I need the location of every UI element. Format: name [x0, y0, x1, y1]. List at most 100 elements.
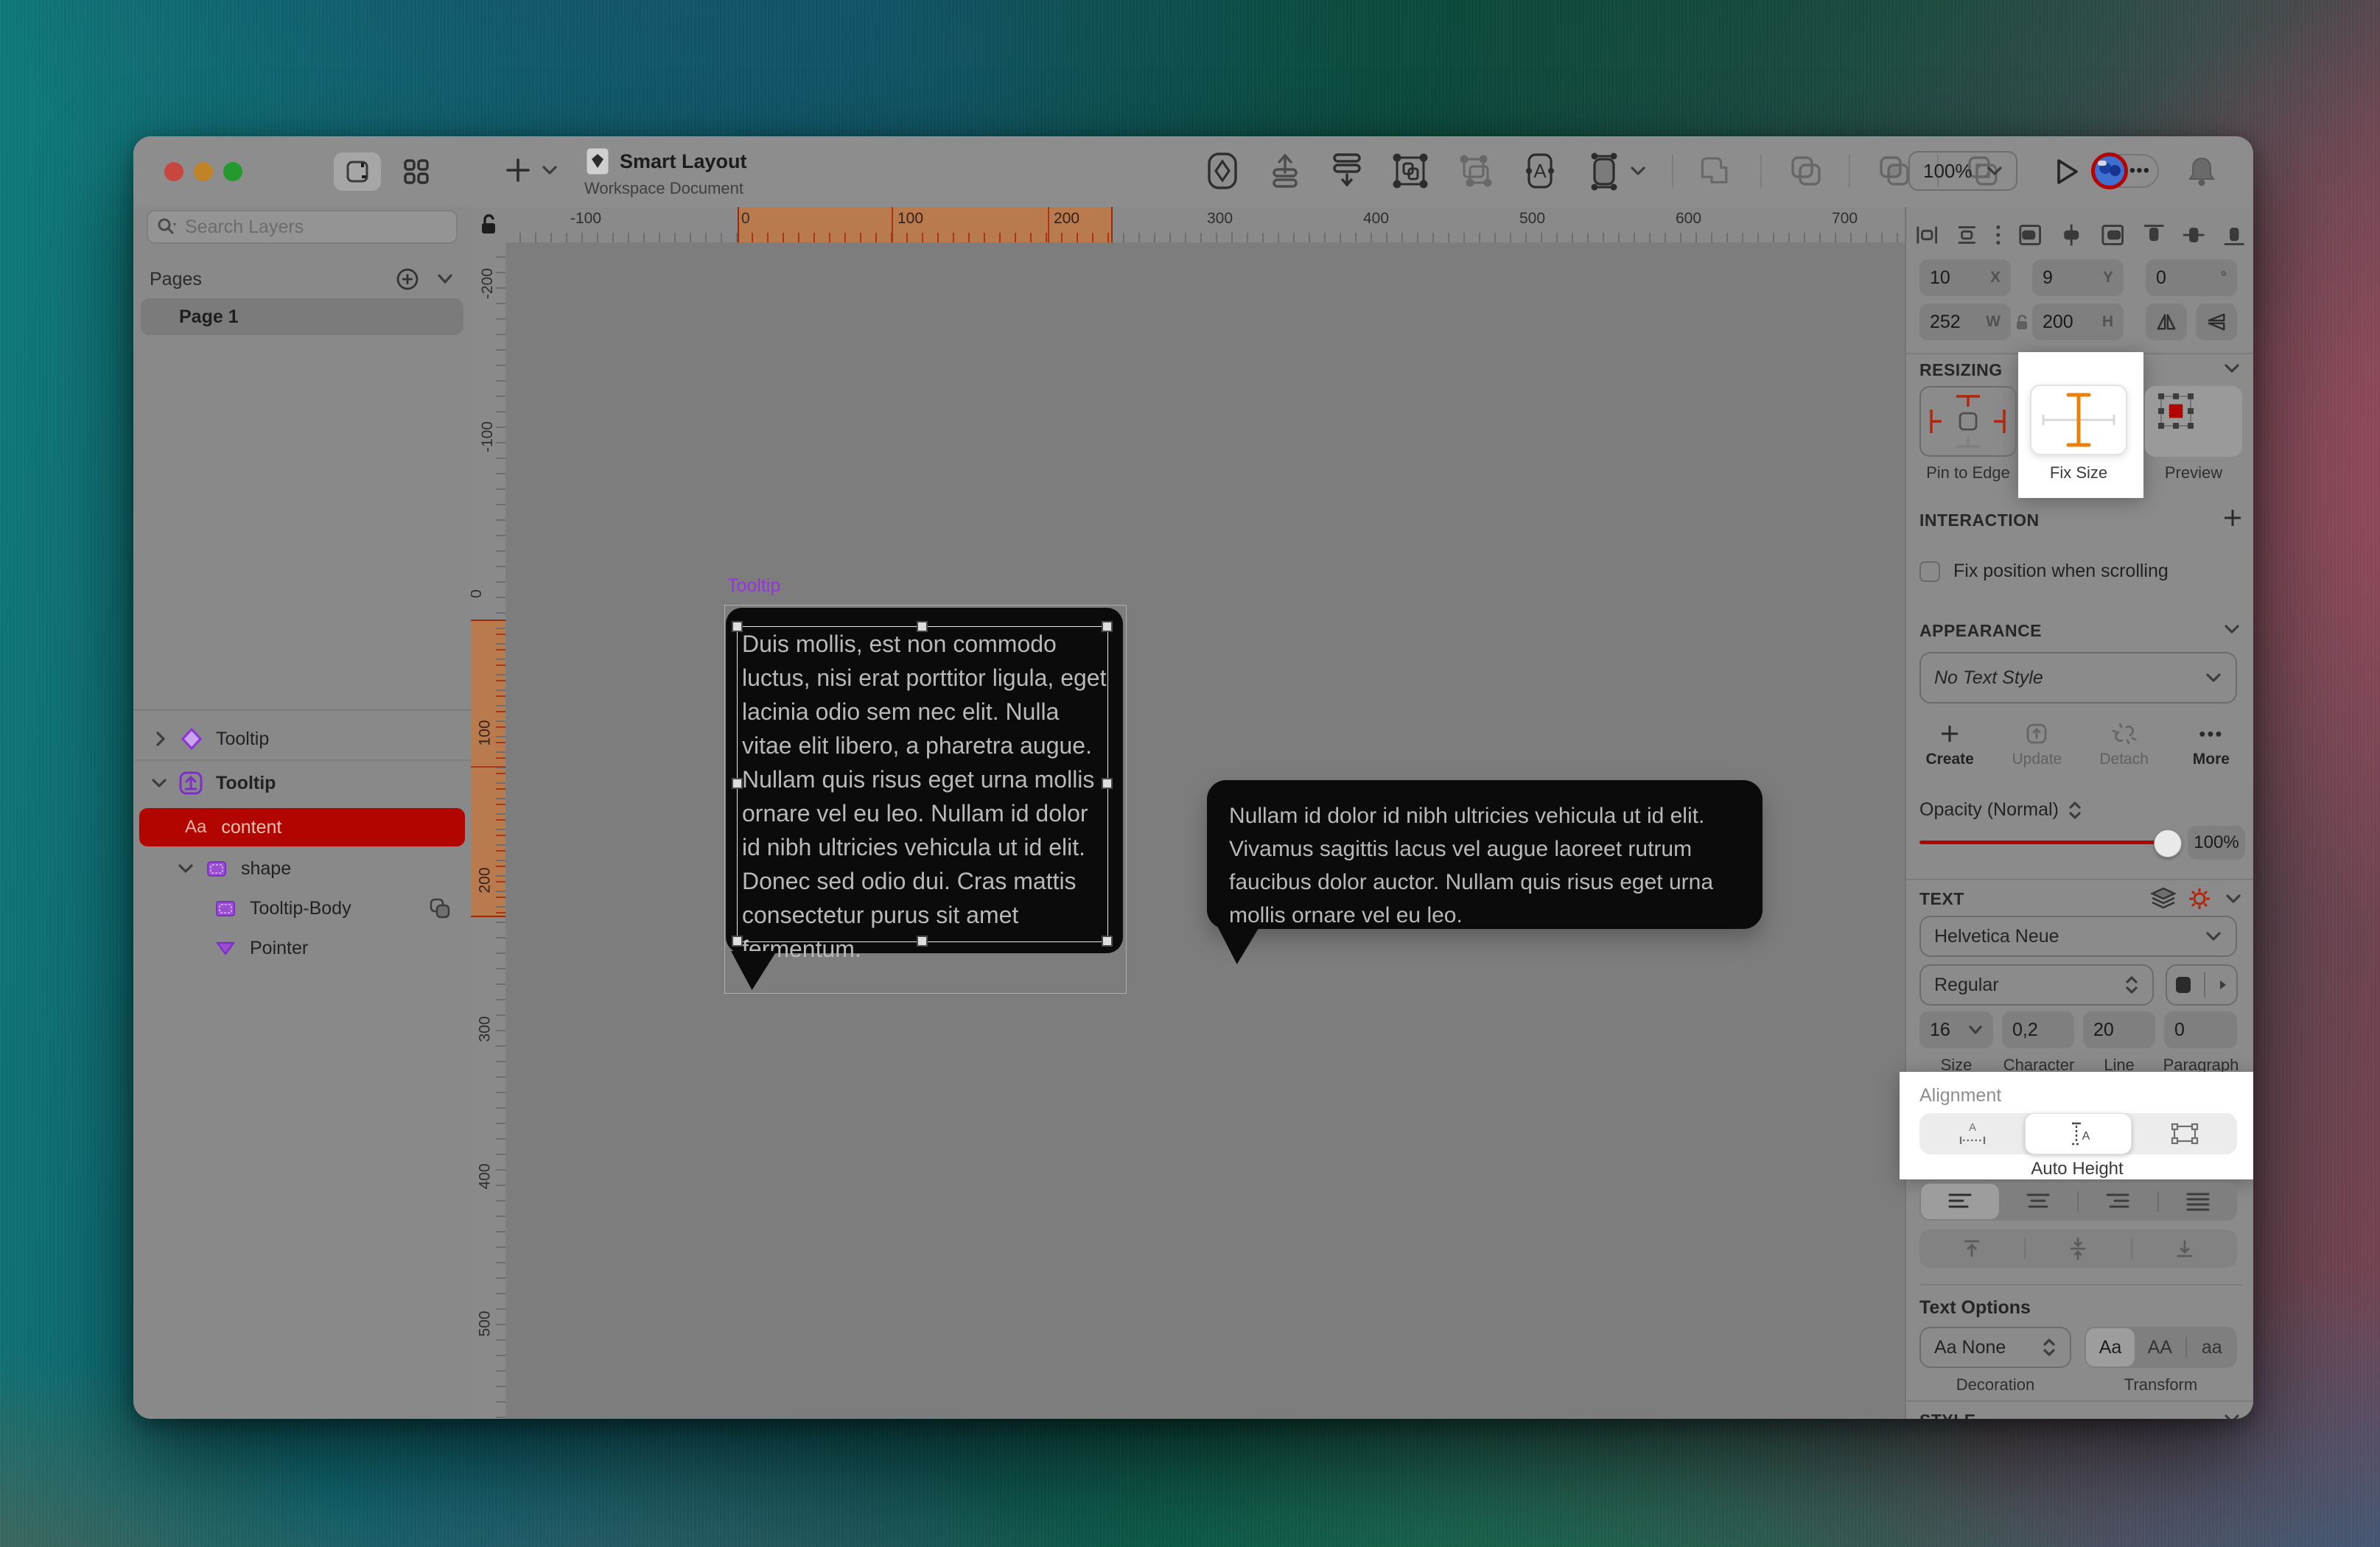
fix-position-checkbox[interactable]	[1919, 561, 1940, 582]
close-window-button[interactable]	[164, 162, 183, 181]
notifications-button[interactable]	[2185, 154, 2218, 188]
lock-ratio-icon[interactable]	[2015, 313, 2031, 332]
layer-row-tooltip-instance[interactable]: Tooltip	[133, 720, 471, 758]
add-page-button[interactable]	[394, 266, 421, 292]
align-text-center[interactable]	[1999, 1192, 2077, 1211]
line-height-input[interactable]: 20	[2083, 1011, 2155, 1048]
text-style-dropdown[interactable]: No Text Style	[1919, 652, 2237, 704]
style-collapse-chevron[interactable]	[2221, 1411, 2243, 1419]
group-icon[interactable]	[1390, 150, 1430, 192]
align-right-icon[interactable]	[2100, 222, 2125, 248]
more-align-options-icon[interactable]	[1995, 222, 2001, 248]
ruler-corner[interactable]	[471, 207, 507, 244]
layer-row-tooltip-body[interactable]: Tooltip-Body	[133, 889, 471, 927]
opacity-slider-knob[interactable]	[2154, 829, 2182, 857]
align-left-icon[interactable]	[2017, 222, 2043, 248]
decoration-dropdown[interactable]: Aa None	[1919, 1327, 2071, 1368]
shape-tool[interactable]	[1585, 150, 1647, 192]
text-styles-stack-icon[interactable]	[2150, 886, 2177, 910]
appearance-collapse-chevron[interactable]	[2221, 621, 2243, 637]
text-tool-icon[interactable]: A	[1520, 150, 1560, 192]
search-layers-input[interactable]: Search Layers	[147, 210, 458, 244]
create-symbol-icon[interactable]	[1203, 150, 1242, 192]
auto-height-option-selected[interactable]: A	[2025, 1113, 2132, 1154]
insert-menu-chevron[interactable]	[540, 163, 559, 178]
upload-symbol-icon[interactable]	[1267, 150, 1303, 192]
distribute-vertically-icon[interactable]	[1955, 223, 1978, 247]
more-styles-button[interactable]: ••• More	[2168, 723, 2253, 768]
blend-mode-stepper-icon[interactable]	[2068, 800, 2082, 821]
align-top-icon[interactable]	[2142, 222, 2166, 248]
text-color-well[interactable]	[2166, 964, 2238, 1006]
layer-row-tooltip-master[interactable]: Tooltip	[133, 764, 471, 802]
align-text-right[interactable]	[2079, 1192, 2157, 1211]
align-bottom-icon[interactable]	[2222, 222, 2246, 248]
rotation-input[interactable]: 0°	[2146, 259, 2237, 296]
page-item-page1[interactable]: Page 1	[141, 298, 463, 335]
preview-play-button[interactable]	[2051, 155, 2082, 188]
chevron-right-icon[interactable]	[153, 729, 169, 748]
text-settings-gear-icon[interactable]	[2187, 886, 2212, 911]
auto-width-option[interactable]: A	[1919, 1113, 2025, 1154]
pin-to-edge-control[interactable]	[1919, 386, 2017, 457]
canvas[interactable]: Tooltip Duis mollis, est non commodo luc…	[505, 242, 1905, 1419]
font-size-input[interactable]: 16	[1919, 1011, 1993, 1048]
selection-handle-w[interactable]	[732, 778, 743, 789]
distribute-horizontally-icon[interactable]	[1915, 223, 1939, 247]
avatar[interactable]	[2091, 152, 2128, 189]
chevron-down-icon[interactable]	[176, 860, 195, 877]
minimize-window-button[interactable]	[194, 162, 213, 181]
insert-button[interactable]	[502, 154, 534, 186]
selection-handle-s[interactable]	[917, 936, 928, 947]
create-style-button[interactable]: Create	[1906, 723, 1993, 768]
transform-none-selected[interactable]: Aa	[2086, 1328, 2135, 1367]
transform-lowercase[interactable]: aa	[2187, 1337, 2238, 1358]
align-top-text[interactable]	[1919, 1238, 2024, 1260]
height-input[interactable]: 200H	[2032, 304, 2124, 340]
opacity-value-input[interactable]: 100%	[2188, 826, 2245, 860]
font-weight-dropdown[interactable]: Regular	[1919, 964, 2154, 1006]
text-collapse-chevron[interactable]	[2222, 891, 2244, 907]
chevron-down-icon[interactable]	[150, 775, 169, 791]
font-family-dropdown[interactable]: Helvetica Neue	[1919, 916, 2237, 957]
paragraph-spacing-input[interactable]: 0	[2164, 1011, 2237, 1048]
add-interaction-button[interactable]	[2222, 508, 2243, 528]
layer-row-shape-group[interactable]: shape	[133, 849, 471, 888]
align-center-h-icon[interactable]	[2059, 222, 2084, 248]
fix-position-row[interactable]: Fix position when scrolling	[1919, 561, 2169, 582]
layer-row-content-selected[interactable]: Aa content	[139, 808, 465, 846]
character-spacing-input[interactable]: 0,2	[2002, 1011, 2074, 1048]
tooltip2-body[interactable]: Nullam id dolor id nibh ultricies vehicu…	[1207, 780, 1763, 929]
canvas-view-toggle[interactable]	[334, 152, 381, 191]
resizing-collapse-chevron[interactable]	[2221, 360, 2243, 376]
fix-size-control[interactable]	[2030, 385, 2127, 455]
selection-handle-ne[interactable]	[1102, 621, 1113, 632]
selection-handle-e[interactable]	[1102, 778, 1113, 789]
justify-text[interactable]	[2159, 1192, 2237, 1211]
fixed-size-option[interactable]	[2132, 1113, 2237, 1154]
tooltip2-pointer[interactable]	[1217, 926, 1260, 964]
selection-handle-nw[interactable]	[732, 621, 743, 632]
y-position-input[interactable]: 9Y	[2032, 259, 2124, 296]
layer-row-pointer[interactable]: Pointer	[133, 929, 471, 967]
width-input[interactable]: 252W	[1919, 304, 2011, 340]
x-position-input[interactable]: 10X	[1919, 259, 2011, 296]
symbol-title-label[interactable]: Tooltip	[727, 575, 780, 597]
transform-uppercase[interactable]: AA	[2135, 1337, 2185, 1358]
zoom-level-dropdown[interactable]: 100%	[1908, 151, 2017, 191]
selection-handle-se[interactable]	[1102, 936, 1113, 947]
align-text-left-selected[interactable]	[1921, 1184, 1999, 1219]
align-middle-text[interactable]	[2026, 1237, 2130, 1260]
selection-handle-n[interactable]	[917, 621, 928, 632]
account-cluster[interactable]: •••	[2091, 152, 2159, 189]
align-bottom-text[interactable]	[2132, 1238, 2237, 1260]
selection-handle-sw[interactable]	[732, 936, 743, 947]
flip-horizontal-button[interactable]	[2146, 304, 2187, 340]
smart-layout-icon[interactable]	[1329, 150, 1365, 192]
align-middle-v-icon[interactable]	[2182, 222, 2205, 248]
grid-view-toggle[interactable]	[393, 152, 440, 191]
flip-vertical-button[interactable]	[2196, 304, 2237, 340]
pages-collapse-chevron[interactable]	[433, 270, 458, 288]
zoom-window-button[interactable]	[223, 162, 242, 181]
opacity-slider-track[interactable]	[1919, 841, 2170, 844]
